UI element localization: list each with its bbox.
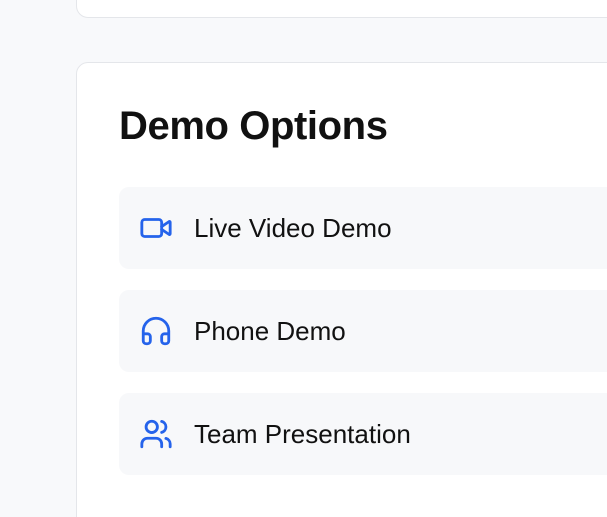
- option-live-video-demo[interactable]: Live Video Demo: [119, 187, 607, 269]
- previous-card: [76, 0, 607, 18]
- headphones-icon: [139, 314, 173, 348]
- users-icon: [139, 417, 173, 451]
- demo-options-list: Live Video Demo Phone Demo Team Presenta…: [119, 187, 607, 496]
- section-title: Demo Options: [119, 104, 388, 148]
- option-label: Phone Demo: [194, 315, 346, 346]
- video-camera-icon: [139, 211, 173, 245]
- demo-options-card: Demo Options Live Video Demo Phone Demo …: [76, 62, 607, 517]
- page: Demo Options Live Video Demo Phone Demo …: [0, 0, 607, 517]
- option-label: Team Presentation: [194, 418, 411, 449]
- option-team-presentation[interactable]: Team Presentation: [119, 393, 607, 475]
- option-phone-demo[interactable]: Phone Demo: [119, 290, 607, 372]
- option-label: Live Video Demo: [194, 212, 392, 243]
